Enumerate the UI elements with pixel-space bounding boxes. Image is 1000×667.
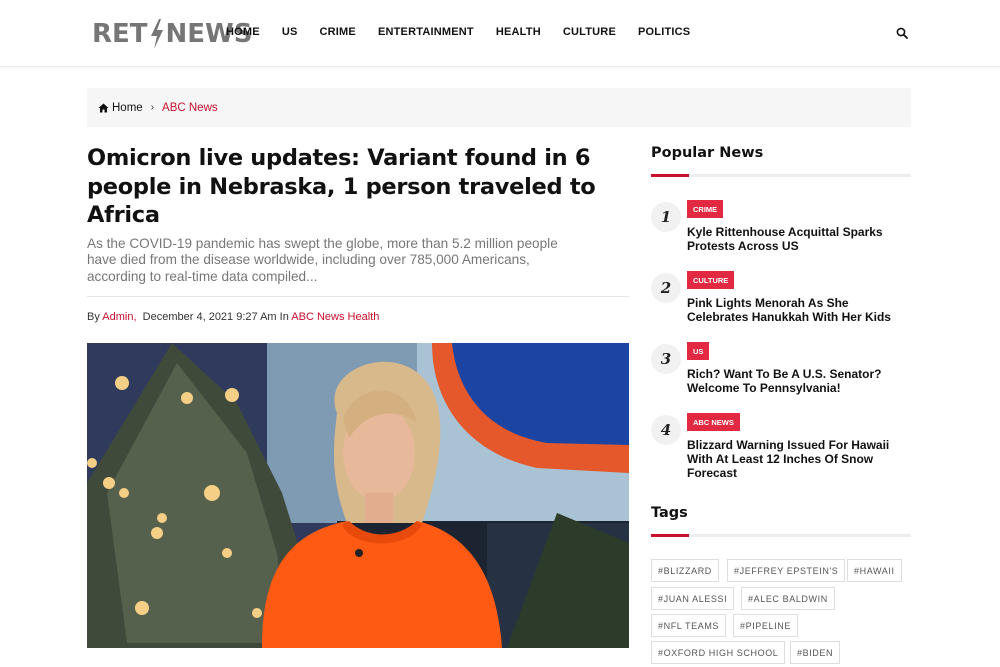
tag-link[interactable]: #BLIZZARD [651,559,719,582]
in-label: In [279,311,289,323]
breadcrumb-current[interactable]: ABC News [162,102,218,114]
tag-link[interactable]: #HAWAII [847,559,902,582]
title-line: Omicron live updates: Variant found in 6 [87,145,591,171]
popular-item-title[interactable]: Blizzard Warning Issued For Hawaii With … [687,438,917,481]
search-icon[interactable] [896,27,908,39]
by-label: By [87,311,100,323]
article-title: Omicron live updates: Variant found in 6… [87,144,632,230]
site-header: RET NEWS HOME US CRIME ENTERTAINMENT HEA… [0,0,1000,67]
tags-heading: Tags [651,505,688,521]
popular-item-title[interactable]: Rich? Want To Be A U.S. Senator? Welcome… [687,367,917,395]
divider [87,296,629,297]
popular-rank: 4 [651,415,681,445]
popular-item[interactable]: 4 ABC NEWS Blizzard Warning Issued For H… [651,413,913,488]
category-badge[interactable]: CRIME [687,200,724,218]
tag-link[interactable]: #JUAN ALESSI [651,587,735,610]
title-line: Protests Across US [687,239,799,254]
publish-date: December 4, 2021 9:27 Am [142,311,277,323]
article-hero-image [87,343,629,648]
article-excerpt: As the COVID-19 pandemic has swept the g… [87,236,632,285]
category-badge[interactable]: US [687,342,710,360]
popular-rank: 2 [651,273,681,303]
popular-item[interactable]: 2 CULTURE Pink Lights Menorah As She Cel… [651,271,913,331]
title-line: Forecast [687,466,738,481]
tag-link[interactable]: #BIDEN [790,641,841,664]
category-badge[interactable]: ABC NEWS [687,413,740,431]
breadcrumb-home[interactable]: Home [112,102,143,114]
popular-item-title[interactable]: Pink Lights Menorah As She Celebrates Ha… [687,296,917,324]
nav-entertainment[interactable]: ENTERTAINMENT [378,26,474,38]
article-byline: By Admin, December 4, 2021 9:27 Am In AB… [87,311,379,323]
title-line: Rich? Want To Be A U.S. Senator? [687,367,882,381]
excerpt-line: have died from the disease worldwide, in… [87,252,530,268]
main-nav: HOME US CRIME ENTERTAINMENT HEALTH CULTU… [226,26,712,38]
popular-news-underline [651,174,911,177]
breadcrumb: Home › ABC News [87,88,911,127]
title-line: people in Nebraska, 1 person traveled to [87,173,596,200]
popular-item[interactable]: 3 US Rich? Want To Be A U.S. Senator? We… [651,342,913,402]
popular-rank: 3 [651,344,681,374]
nav-health[interactable]: HEALTH [496,26,541,38]
title-line: Kyle Rittenhouse Acquittal Sparks [687,225,883,239]
tag-link[interactable]: #NFL TEAMS [651,614,727,637]
tag-link[interactable]: #JEFFREY EPSTEIN'S [727,559,846,582]
title-line: Pink Lights Menorah As She [687,296,849,310]
nav-culture[interactable]: CULTURE [563,26,616,38]
nav-crime[interactable]: CRIME [320,26,356,38]
popular-item[interactable]: 1 CRIME Kyle Rittenhouse Acquittal Spark… [651,200,913,260]
nav-politics[interactable]: POLITICS [638,26,690,38]
title-line: Welcome To Pennsylvania! [687,381,841,396]
author-link[interactable]: Admin, [102,311,136,323]
nav-home[interactable]: HOME [226,26,260,38]
logo-text-left: RET [92,19,148,49]
home-icon [98,103,109,112]
popular-rank: 1 [651,202,681,232]
category-link[interactable]: ABC News Health [291,311,379,323]
title-line: With At Least 12 Inches Of Snow [687,452,874,467]
title-line: Africa [87,202,160,228]
lightning-bolt-icon [150,19,163,49]
tag-link[interactable]: #ALEC BALDWIN [741,587,835,610]
hero-illustration [87,343,629,648]
nav-us[interactable]: US [282,26,298,38]
breadcrumb-separator: › [150,102,155,113]
tags-underline [651,534,911,537]
excerpt-line: according to real-time data compiled... [87,268,318,284]
category-badge[interactable]: CULTURE [687,271,735,289]
popular-item-title[interactable]: Kyle Rittenhouse Acquittal Sparks Protes… [687,225,917,253]
excerpt-line: As the COVID-19 pandemic has swept the g… [87,236,558,251]
title-line: Blizzard Warning Issued For Hawaii [687,438,890,452]
tag-link[interactable]: #OXFORD HIGH SCHOOL [651,641,786,664]
tag-link[interactable]: #PIPELINE [733,614,798,637]
popular-news-heading: Popular News [651,145,764,161]
title-line: Celebrates Hanukkah With Her Kids [687,310,891,325]
